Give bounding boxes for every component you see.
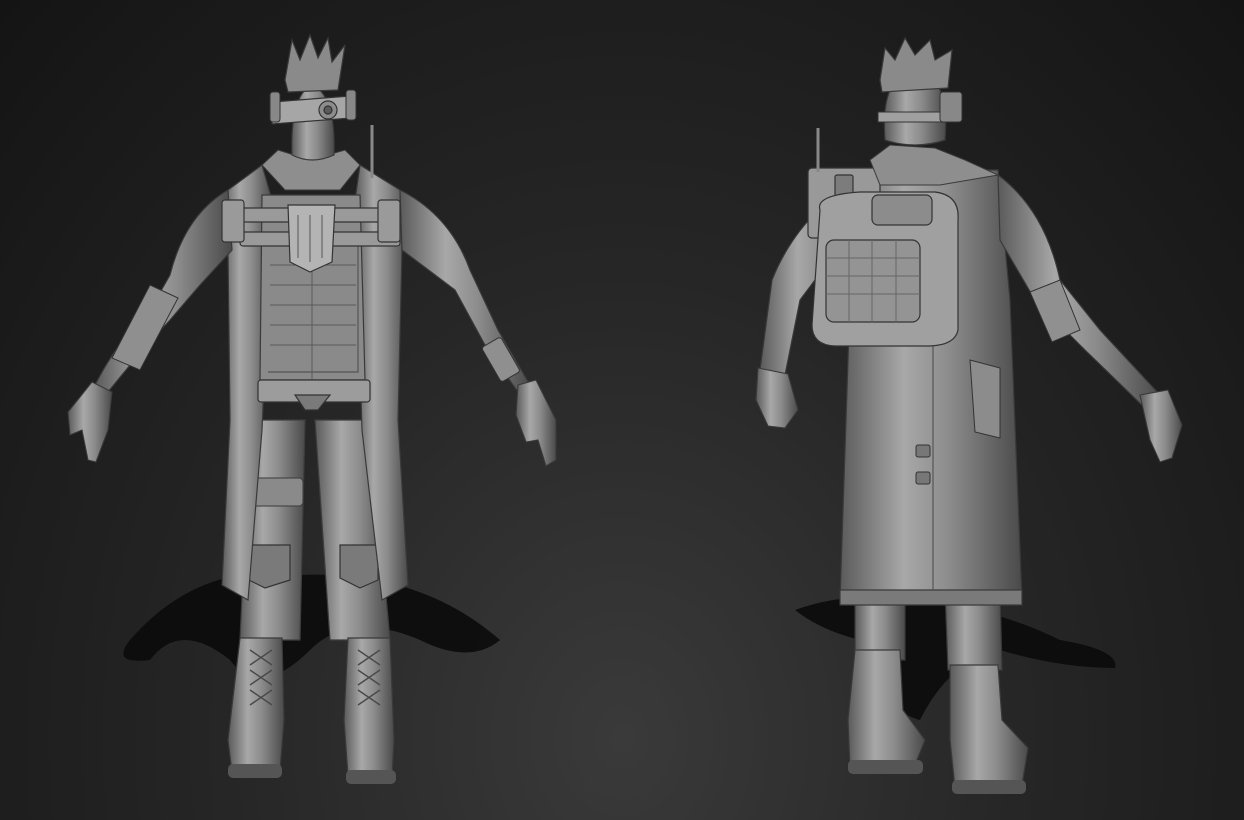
front-goggles	[271, 95, 353, 125]
sculpt-viewport	[0, 0, 1244, 820]
back-head	[879, 36, 953, 146]
back-coat-pocket-flap	[969, 359, 1001, 439]
back-figure	[755, 36, 1183, 794]
back-backpack	[811, 191, 959, 347]
render-canvas	[67, 33, 1183, 794]
back-forearm-bracer	[1029, 279, 1081, 343]
back-spiky-hair	[879, 36, 953, 93]
front-boots	[227, 637, 395, 779]
front-figure	[67, 33, 557, 784]
front-spiky-hair	[284, 33, 346, 93]
front-ground-shadow	[123, 572, 501, 678]
front-chest-plate	[287, 204, 336, 273]
front-belt	[257, 379, 371, 411]
